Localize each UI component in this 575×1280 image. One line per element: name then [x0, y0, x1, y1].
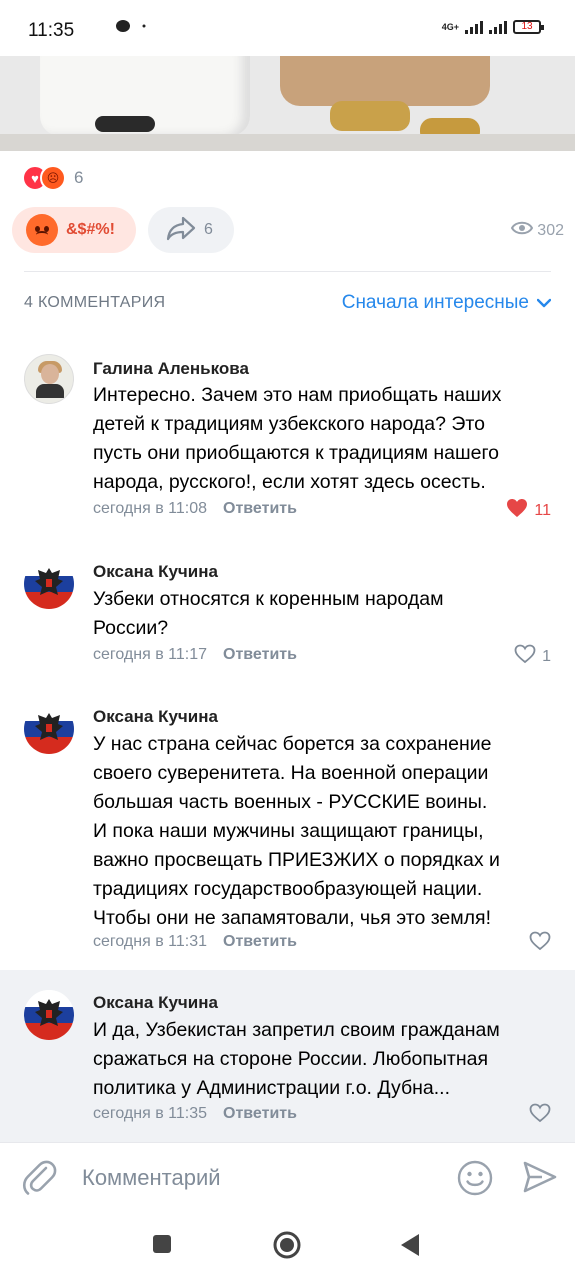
- comment-item: Оксана Кучина У нас страна сейчас боретс…: [0, 690, 575, 965]
- like-button[interactable]: 11: [506, 498, 551, 523]
- angry-face-icon: [26, 214, 58, 246]
- comment-text: Узбеки относятся к коренным народам Росс…: [93, 588, 444, 639]
- comment-item: Галина Аленькова Интересно. Зачем это на…: [0, 340, 575, 530]
- shares-count: 6: [204, 221, 213, 238]
- comment-author[interactable]: Оксана Кучина: [93, 707, 218, 727]
- avatar[interactable]: [24, 354, 74, 404]
- avatar[interactable]: [24, 559, 74, 609]
- comment-text: У нас страна сейчас борется за сохранени…: [93, 733, 500, 929]
- like-button[interactable]: [529, 1103, 551, 1128]
- like-button[interactable]: 1: [514, 644, 551, 669]
- reply-button[interactable]: Ответить: [223, 500, 297, 517]
- heart-outline-icon: [514, 644, 536, 669]
- comment-meta: сегодня в 11:31 Ответить: [93, 933, 297, 951]
- share-button[interactable]: 6: [148, 207, 234, 253]
- send-icon[interactable]: [522, 1159, 558, 1200]
- comment-author[interactable]: Оксана Кучина: [93, 993, 218, 1013]
- paperclip-icon[interactable]: [22, 1159, 58, 1202]
- comment-meta: сегодня в 11:08 Ответить: [93, 500, 297, 518]
- comment-text: И да, Узбекистан запретил своим граждана…: [93, 1019, 500, 1099]
- heart-outline-icon: [529, 1103, 551, 1128]
- views-counter: 302: [511, 220, 564, 241]
- comment-author[interactable]: Галина Аленькова: [93, 359, 249, 379]
- status-indicators: 4G+ 13: [441, 20, 544, 34]
- reply-button[interactable]: Ответить: [223, 1105, 297, 1122]
- views-count: 302: [537, 221, 564, 239]
- reply-button[interactable]: Ответить: [223, 646, 297, 663]
- reply-button[interactable]: Ответить: [223, 933, 297, 950]
- post-photo[interactable]: [0, 56, 575, 151]
- comment-composer: [0, 1142, 575, 1215]
- network-type: 4G+: [441, 21, 459, 32]
- like-count: 11: [534, 501, 551, 519]
- comment-time: сегодня в 11:31: [93, 933, 208, 950]
- like-count: 1: [542, 647, 551, 665]
- comments-header: 4 КОММЕНТАРИЯ Сначала интересные: [24, 292, 552, 316]
- comment-time: сегодня в 11:08: [93, 500, 208, 517]
- recents-icon[interactable]: [150, 1232, 174, 1261]
- notification-icons: [114, 14, 154, 42]
- signal-1-icon: [465, 20, 483, 34]
- comment-author[interactable]: Оксана Кучина: [93, 562, 218, 582]
- chevron-down-icon: [536, 292, 552, 314]
- comment-item: Оксана Кучина Узбеки относятся к коренны…: [0, 545, 575, 680]
- avatar[interactable]: [24, 704, 74, 754]
- back-icon[interactable]: [398, 1232, 422, 1263]
- sort-label: Сначала интересные: [341, 292, 529, 313]
- comment-text: Интересно. Зачем это нам приобщать наших…: [93, 384, 502, 493]
- reactions-count: 6: [74, 168, 84, 187]
- smiley-icon[interactable]: [456, 1159, 494, 1202]
- comments-count: 4 КОММЕНТАРИЯ: [24, 294, 166, 311]
- heart-outline-icon: [529, 931, 551, 956]
- share-arrow-icon: [166, 215, 196, 246]
- battery-icon: 13: [513, 20, 544, 34]
- comment-meta: сегодня в 11:35 Ответить: [93, 1105, 297, 1123]
- system-nav-bar: [0, 1214, 575, 1280]
- comment-time: сегодня в 11:17: [93, 646, 208, 663]
- reaction-button[interactable]: &$#%!: [12, 207, 136, 253]
- comment-item: Оксана Кучина И да, Узбекистан запретил …: [0, 970, 575, 1142]
- status-bar: 11:35 4G+ 13: [0, 0, 575, 56]
- status-time: 11:35: [28, 20, 75, 41]
- divider: [24, 271, 551, 272]
- eye-icon: [511, 220, 534, 241]
- post-actions: &$#%! 6 302: [12, 207, 564, 253]
- angry-face-icon: ☹: [40, 165, 66, 191]
- signal-2-icon: [489, 20, 507, 34]
- comment-time: сегодня в 11:35: [93, 1105, 208, 1122]
- comment-meta: сегодня в 11:17 Ответить: [93, 646, 297, 664]
- comment-input[interactable]: [82, 1161, 422, 1195]
- reaction-label: &$#%!: [66, 221, 115, 238]
- heart-filled-icon: [506, 498, 528, 523]
- avatar[interactable]: [24, 990, 74, 1040]
- like-button[interactable]: [529, 931, 551, 956]
- home-icon[interactable]: [272, 1230, 302, 1265]
- sort-dropdown[interactable]: Сначала интересные: [341, 292, 552, 314]
- reactions-summary[interactable]: ♥ ☹ 6: [22, 165, 83, 191]
